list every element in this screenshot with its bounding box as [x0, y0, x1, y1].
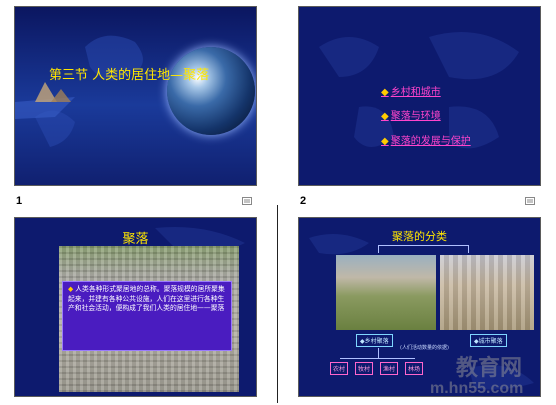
category-urban-settlement: ◆城市聚落 — [470, 334, 507, 347]
subtype-label: 渔村 — [383, 366, 396, 373]
rural-settlement-photo — [336, 255, 436, 330]
globe-image — [167, 47, 255, 135]
watermark-main: 教育网 — [456, 355, 523, 380]
link-settlement-and-environment[interactable]: ◆ 聚落与环境 — [381, 107, 441, 122]
link-label: 聚落与环境 — [390, 111, 441, 122]
subtype-label: 林场 — [408, 366, 421, 373]
link-settlement-development[interactable]: ◆ 聚落的发展与保护 — [381, 132, 471, 147]
tree-connector — [468, 245, 469, 253]
subtype-label: 农村 — [333, 366, 346, 373]
category-label: 乡村聚落 — [364, 338, 389, 345]
subtype-fishing-village: 渔村 — [380, 362, 399, 375]
slide-4-title: 聚落的分类 — [392, 230, 447, 243]
definition-textbox: ◆ 人类各种形式聚居地的总称。聚落规模的居所聚集起来，并建有各种公共设施，人们在这… — [62, 281, 232, 351]
subtype-farming-village: 农村 — [330, 362, 349, 375]
link-label: 乡村和城市 — [390, 87, 441, 98]
slide-1-thumbnail[interactable]: 第三节 人类的居住地—聚落 — [14, 6, 257, 186]
watermark-sub: m.hn55.com — [430, 380, 524, 397]
slide-divider — [277, 205, 278, 403]
slide-2-thumbnail[interactable]: ◆ 乡村和城市 ◆ 聚落与环境 ◆ 聚落的发展与保护 — [298, 6, 541, 186]
urban-settlement-photo — [440, 255, 534, 330]
subtype-forest-farm: 林场 — [405, 362, 424, 375]
category-label: 城市聚落 — [478, 338, 503, 345]
slide-1-note-icon — [242, 197, 252, 205]
slide-2-note-icon — [525, 197, 535, 205]
tree-connector — [378, 245, 468, 246]
link-rural-and-urban[interactable]: ◆ 乡村和城市 — [381, 83, 441, 98]
tree-connector — [378, 245, 379, 253]
slide-2-number: 2 — [300, 195, 307, 207]
link-label: 聚落的发展与保护 — [390, 136, 471, 147]
slide-1-number: 1 — [16, 195, 23, 207]
tree-connector — [378, 348, 379, 358]
slide-1-title: 第三节 人类的居住地—聚落 — [49, 68, 210, 83]
subtype-label: 牧村 — [358, 366, 371, 373]
category-rural-settlement: ◆乡村聚落 — [356, 334, 393, 347]
classification-caption: (人们活动数量的依据) — [400, 345, 449, 351]
definition-text: 人类各种形式聚居地的总称。聚落规模的居所聚集起来，并建有各种公共设施，人们在这里… — [68, 285, 225, 313]
slide-3-title: 聚落 — [122, 232, 149, 247]
subtype-pastoral-village: 牧村 — [355, 362, 374, 375]
tree-connector — [340, 358, 415, 359]
